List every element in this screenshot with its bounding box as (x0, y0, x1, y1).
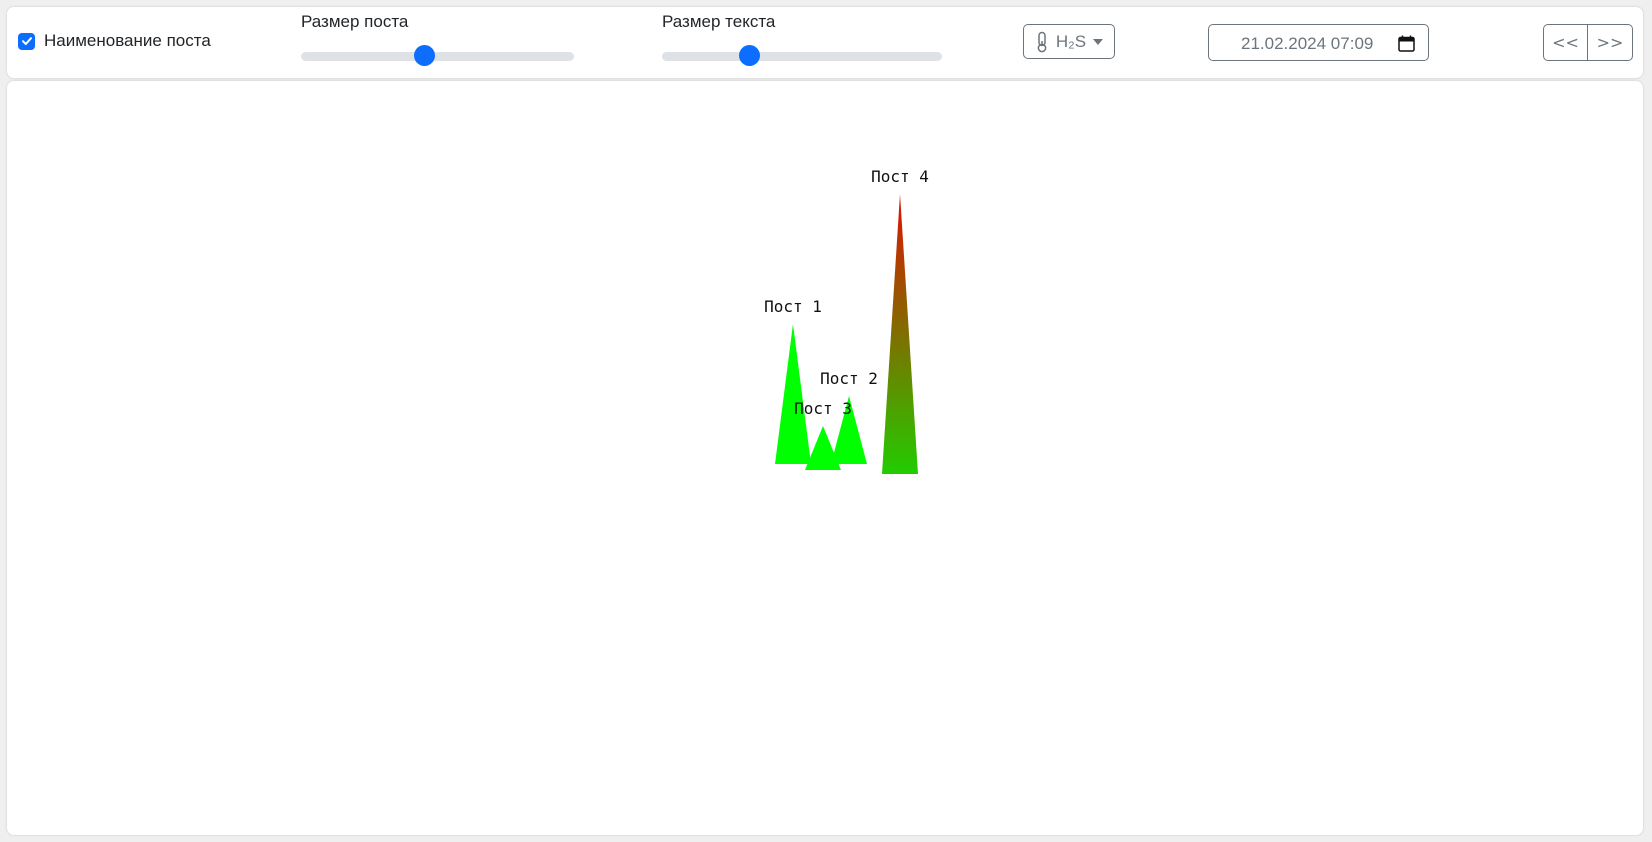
checkbox-checked-icon[interactable] (18, 32, 35, 50)
post-label-3: Пост 3 (794, 399, 852, 418)
text-size-slider-track[interactable] (662, 52, 942, 61)
substance-dropdown[interactable]: H₂S (1023, 24, 1115, 59)
post-label-2: Пост 2 (820, 369, 878, 388)
calendar-icon[interactable] (1398, 35, 1415, 52)
posts-map[interactable]: Пост 1 Пост 2 Пост 3 Пост 4 (7, 81, 1643, 835)
show-names-checkbox[interactable]: Наименование поста (18, 31, 211, 51)
post-label-1: Пост 1 (764, 297, 822, 316)
prev-button[interactable]: << (1543, 24, 1588, 61)
post-size-group: Размер поста (301, 12, 408, 32)
thermometer-icon (1037, 31, 1047, 52)
post-size-slider-thumb[interactable] (413, 45, 435, 66)
caret-down-icon (1093, 38, 1104, 45)
datetime-value: 21.02.2024 07:09 (1241, 34, 1374, 53)
substance-label: H₂S (1055, 31, 1087, 51)
post-label-4: Пост 4 (871, 167, 929, 186)
text-size-slider-thumb[interactable] (738, 45, 760, 66)
toolbar: Наименование поста Размер поста Размер т… (7, 7, 1643, 78)
show-names-label: Наименование поста (44, 31, 211, 50)
text-size-label: Размер текста (662, 12, 776, 31)
next-button[interactable]: >> (1588, 24, 1633, 61)
map-canvas[interactable]: Пост 1 Пост 2 Пост 3 Пост 4 (7, 81, 1643, 835)
post-spike-1[interactable] (775, 324, 811, 464)
text-size-group: Размер текста (662, 12, 775, 32)
post-size-slider-track[interactable] (301, 52, 574, 61)
time-nav: << >> (1543, 24, 1633, 61)
post-spike-4[interactable] (882, 194, 918, 474)
post-size-label: Размер поста (301, 12, 409, 31)
datetime-input[interactable]: 21.02.2024 07:09 (1208, 24, 1429, 61)
